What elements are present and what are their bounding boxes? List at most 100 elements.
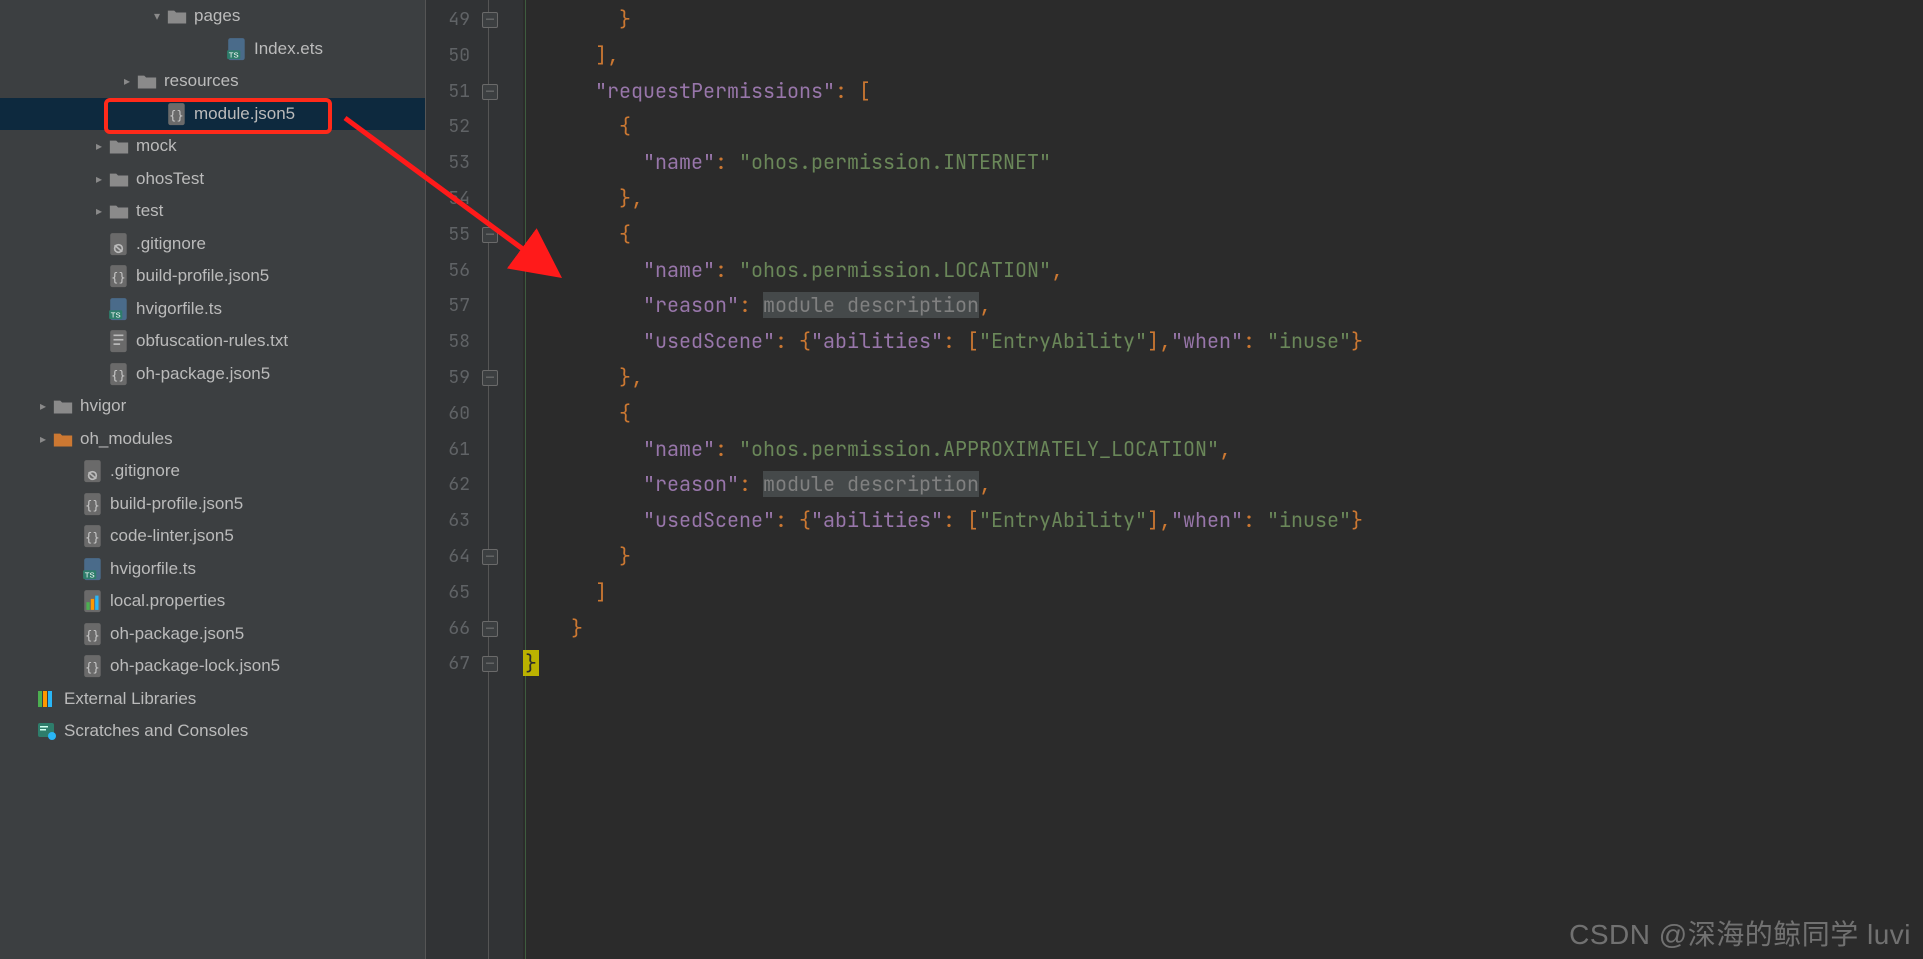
tree-item-external-libraries[interactable]: External Libraries	[0, 683, 425, 716]
code-token: :	[715, 149, 739, 175]
tree-item-index-ets[interactable]: TSIndex.ets	[0, 33, 425, 66]
code-token: ],	[523, 42, 619, 68]
tree-item-label: External Libraries	[64, 689, 196, 709]
svg-text:{}: {}	[111, 271, 126, 285]
json5-icon: {}	[82, 525, 104, 547]
tree-item--gitignore[interactable]: .gitignore	[0, 455, 425, 488]
code-token: :	[715, 257, 739, 283]
code-token: :	[739, 471, 763, 497]
code-token	[523, 471, 643, 497]
tree-item-scratches-and-consoles[interactable]: Scratches and Consoles	[0, 715, 425, 748]
line-number: 63	[426, 503, 482, 539]
code-token: "abilities"	[811, 507, 943, 533]
tree-item-hvigorfile-ts[interactable]: TS hvigorfile.ts	[0, 553, 425, 586]
json5-icon: {}	[166, 103, 188, 125]
code-token	[523, 292, 643, 318]
tree-item-label: Index.ets	[254, 39, 323, 59]
chevron-right-icon[interactable]: ▸	[92, 139, 106, 153]
line-number: 62	[426, 467, 482, 503]
code-token: ],	[1147, 328, 1171, 354]
folder-icon	[136, 70, 158, 92]
line-number: 53	[426, 145, 482, 181]
code-token: ,	[1051, 257, 1063, 283]
prop-icon	[82, 590, 104, 612]
tree-item-obfuscation-rules-txt[interactable]: obfuscation-rules.txt	[0, 325, 425, 358]
tree-item-module-json5[interactable]: {} module.json5	[0, 98, 425, 131]
tree-item-local-properties[interactable]: local.properties	[0, 585, 425, 618]
fold-toggle-icon[interactable]: －	[482, 656, 498, 672]
tree-item-hvigorfile-ts[interactable]: TShvigorfile.ts	[0, 293, 425, 326]
chevron-right-icon[interactable]: ▸	[36, 399, 50, 413]
caret-brace: }	[523, 650, 539, 676]
fold-toggle-icon[interactable]: －	[482, 549, 498, 565]
chevron-down-icon[interactable]: ▾	[150, 9, 164, 23]
tree-item-resources[interactable]: ▸ resources	[0, 65, 425, 98]
json5-icon: {}	[82, 655, 104, 677]
tree-item-build-profile-json5[interactable]: {}build-profile.json5	[0, 488, 425, 521]
svg-text:{}: {}	[85, 628, 100, 642]
tree-item-oh-package-lock-json5[interactable]: {} oh-package-lock.json5	[0, 650, 425, 683]
project-tree[interactable]: ▾pagesTSIndex.ets▸resources{}module.json…	[0, 0, 425, 959]
git-icon	[82, 460, 104, 482]
tree-item-test[interactable]: ▸test	[0, 195, 425, 228]
chevron-right-icon[interactable]: ▸	[92, 172, 106, 186]
code-editor[interactable]: } ], "requestPermissions": [ { "name": "…	[523, 0, 1923, 959]
fold-column[interactable]: － － － － － － －	[482, 0, 523, 959]
code-token: :	[1243, 507, 1267, 533]
tree-item-hvigor[interactable]: ▸hvigor	[0, 390, 425, 423]
code-token: "EntryAbility"	[979, 328, 1147, 354]
tree-item-label: oh-package-lock.json5	[110, 656, 280, 676]
chevron-right-icon[interactable]: ▸	[92, 204, 106, 218]
tree-item-label: module.json5	[194, 104, 295, 124]
tree-item-code-linter-json5[interactable]: {} code-linter.json5	[0, 520, 425, 553]
code-token: "inuse"	[1267, 507, 1351, 533]
tree-item-ohostest[interactable]: ▸ohosTest	[0, 163, 425, 196]
code-token: "requestPermissions"	[595, 78, 835, 104]
json5-icon: {}	[82, 493, 104, 515]
tree-item-build-profile-json5[interactable]: {}build-profile.json5	[0, 260, 425, 293]
tree-item--gitignore[interactable]: .gitignore	[0, 228, 425, 261]
chevron-right-icon[interactable]: ▸	[120, 74, 134, 88]
code-token: "when"	[1171, 507, 1243, 533]
code-token: }	[523, 6, 631, 32]
tree-item-oh-package-json5[interactable]: {} oh-package.json5	[0, 618, 425, 651]
code-token: "name"	[643, 149, 715, 175]
fold-toggle-icon[interactable]: －	[482, 227, 498, 243]
svg-text:TS: TS	[85, 570, 95, 579]
code-token: "name"	[643, 257, 715, 283]
tree-item-label: oh-package.json5	[110, 624, 244, 644]
chevron-right-icon[interactable]: ▸	[36, 432, 50, 446]
line-number: 50	[426, 38, 482, 74]
svg-text:{}: {}	[85, 661, 100, 675]
tree-item-label: obfuscation-rules.txt	[136, 331, 288, 351]
tree-item-oh-package-json5[interactable]: {}oh-package.json5	[0, 358, 425, 391]
line-number: 66	[426, 611, 482, 647]
tree-item-label: code-linter.json5	[110, 526, 234, 546]
json5-icon: {}	[82, 623, 104, 645]
code-token: ,	[1219, 436, 1231, 462]
code-token: },	[523, 185, 643, 211]
tree-item-oh-modules[interactable]: ▸oh_modules	[0, 423, 425, 456]
fold-toggle-icon[interactable]: －	[482, 84, 498, 100]
fold-toggle-icon[interactable]: －	[482, 370, 498, 386]
fold-toggle-icon[interactable]: －	[482, 621, 498, 637]
code-token	[523, 436, 643, 462]
fold-toggle-icon[interactable]: －	[482, 12, 498, 28]
line-number: 54	[426, 181, 482, 217]
tree-item-label: resources	[164, 71, 239, 91]
line-number: 56	[426, 253, 482, 289]
code-token	[523, 78, 595, 104]
code-token: },	[523, 364, 643, 390]
tree-item-mock[interactable]: ▸mock	[0, 130, 425, 163]
code-token: "ohos.permission.INTERNET"	[739, 149, 1051, 175]
tree-item-label: .gitignore	[136, 234, 206, 254]
code-token: "when"	[1171, 328, 1243, 354]
scr-icon	[36, 720, 58, 742]
folder-o-icon	[52, 428, 74, 450]
code-token	[523, 328, 643, 354]
svg-text:TS: TS	[111, 310, 121, 319]
tree-item-label: hvigorfile.ts	[110, 559, 196, 579]
code-token: }	[523, 543, 631, 569]
tree-item-pages[interactable]: ▾pages	[0, 0, 425, 33]
code-token: }	[1351, 328, 1363, 354]
